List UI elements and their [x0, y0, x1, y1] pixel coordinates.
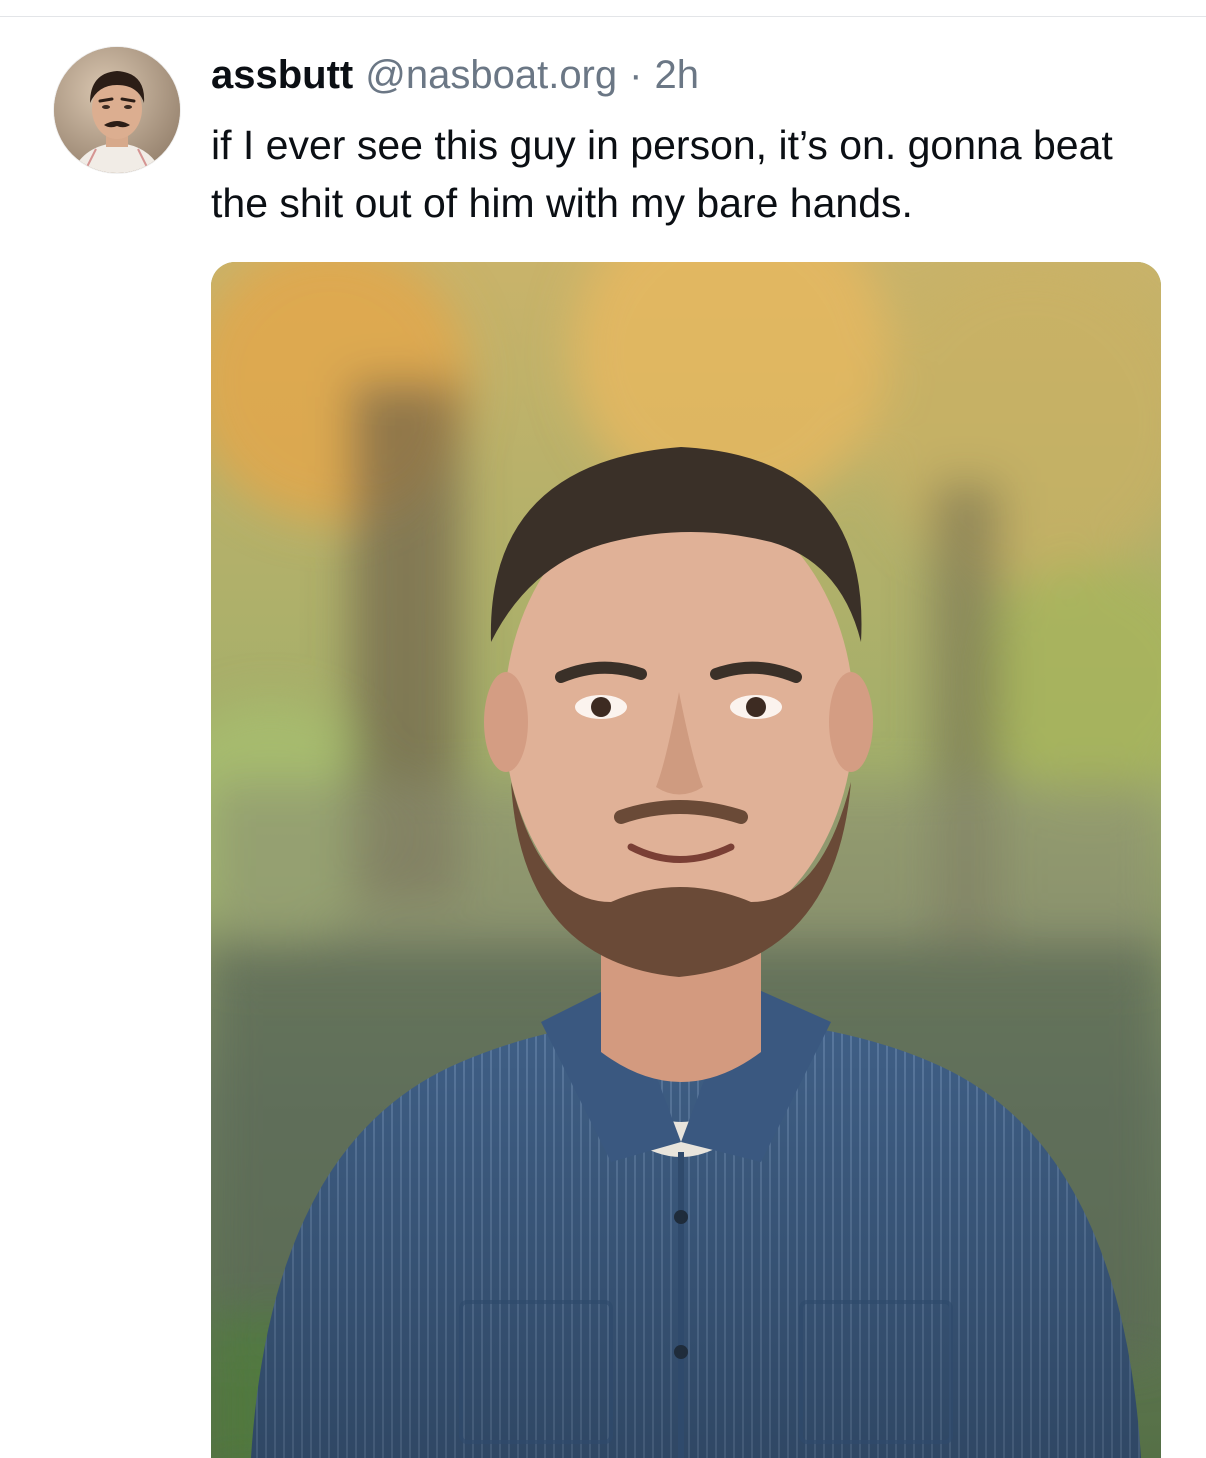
avatar-photo — [54, 47, 180, 173]
post-text: if I ever see this guy in person, it’s o… — [211, 122, 1113, 226]
top-divider — [0, 16, 1206, 17]
header-separator: · — [629, 53, 643, 97]
author-display-name[interactable]: assbutt — [211, 50, 353, 100]
post-photo — [211, 262, 1161, 1458]
author-handle[interactable]: @nasboat.org — [365, 50, 617, 100]
post-image[interactable] — [211, 262, 1161, 1458]
post-header: assbutt @nasboat.org · 2h — [211, 50, 699, 100]
post-timestamp[interactable]: 2h — [654, 50, 699, 100]
avatar[interactable] — [54, 47, 180, 173]
